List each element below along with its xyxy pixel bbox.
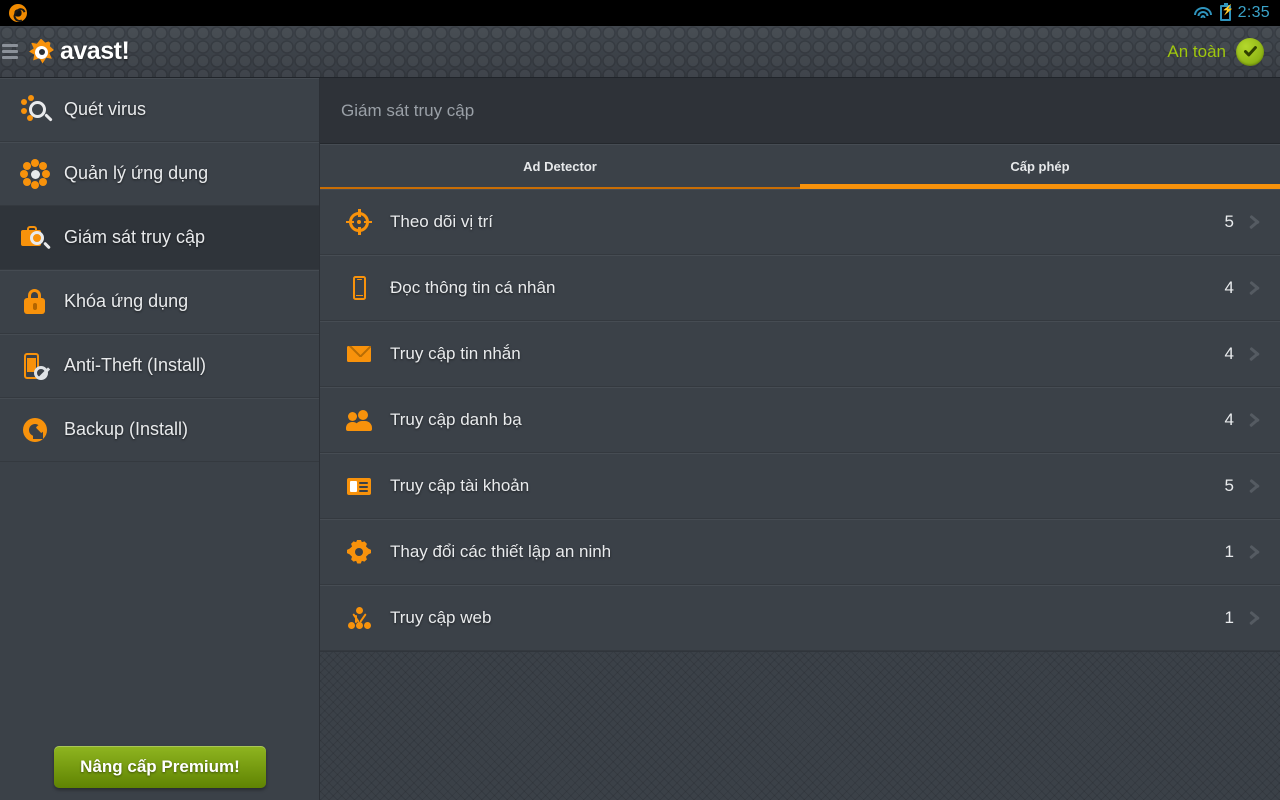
wifi-icon [1194,6,1213,21]
sidebar-item-label: Giám sát truy cập [64,227,206,247]
brand-logo[interactable]: avast! [24,37,130,67]
security-status[interactable]: An toàn [1167,37,1280,66]
backup-icon [18,413,52,447]
sidebar-item-label: Quản lý ứng dụng [64,163,209,183]
premium-upgrade-area: Nâng cấp Premium! [0,746,320,788]
chevron-right-icon [1247,411,1260,429]
app-root: 2:35 avast! An toàn Quét virus [0,0,1280,800]
chevron-right-icon [1247,213,1260,231]
list-item-count: 5 [1224,475,1234,495]
permissions-list: Theo dõi vị trí 5 Đọc thông tin cá nhân … [320,189,1280,800]
list-item[interactable]: Truy cập web 1 [320,585,1280,651]
list-item-label: Truy cập tin nhắn [390,343,521,363]
list-item[interactable]: Truy cập tin nhắn 4 [320,321,1280,387]
chevron-right-icon [1247,279,1260,297]
tab-ad-detector[interactable]: Ad Detector [320,144,800,189]
sidebar-item-app-lock[interactable]: Khóa ứng dụng [0,270,319,334]
list-empty-area [320,651,1280,800]
sidebar-item-label: Khóa ứng dụng [64,291,189,311]
list-item-label: Theo dõi vị trí [390,211,493,231]
list-item-label: Thay đổi các thiết lập an ninh [390,541,612,561]
sidebar-item-label: Quét virus [64,99,147,119]
avast-logo-icon [24,37,58,67]
chevron-right-icon [1247,345,1260,363]
list-item-count: 5 [1224,211,1234,231]
envelope-icon [346,341,372,367]
list-item-count: 4 [1224,409,1234,429]
status-bar-clock: 2:35 [1237,4,1270,21]
chevron-right-icon [1247,609,1260,627]
list-item[interactable]: Truy cập tài khoản 5 [320,453,1280,519]
status-bar-indicators: 2:35 [1194,3,1280,22]
id-card-icon [346,473,372,499]
sidebar-item-access-monitor[interactable]: Giám sát truy cập [0,206,319,270]
gear-icon [346,539,372,565]
check-circle-icon [1236,37,1264,66]
status-badge: An toàn [1167,41,1226,61]
tab-bar: Ad Detector Cấp phép [320,144,1280,189]
sidebar-item-label: Backup (Install) [64,419,189,439]
android-status-bar: 2:35 [0,0,1280,26]
brand-name: avast! [60,37,130,65]
access-monitor-icon [18,221,52,255]
main-content: Giám sát truy cập Ad Detector Cấp phép T… [320,78,1280,800]
virus-scan-icon [18,93,52,127]
list-item[interactable]: Đọc thông tin cá nhân 4 [320,255,1280,321]
avast-notification-icon [9,4,27,22]
list-item[interactable]: Truy cập danh bạ 4 [320,387,1280,453]
app-lock-icon [18,285,52,319]
sidebar-item-virus-scan[interactable]: Quét virus [0,78,319,142]
phone-icon [346,275,372,301]
location-target-icon [346,208,372,235]
network-nodes-icon [346,605,372,631]
page-title: Giám sát truy cập [341,100,475,120]
list-item-label: Truy cập tài khoản [390,475,530,495]
chevron-right-icon [1247,543,1260,561]
list-item[interactable]: Theo dõi vị trí 5 [320,189,1280,255]
tab-underline-active [800,184,1280,189]
list-item-label: Truy cập danh bạ [390,409,522,429]
chevron-right-icon [1247,477,1260,495]
list-item-count: 4 [1224,343,1234,363]
tab-underline [320,187,800,189]
content-header: Giám sát truy cập [320,78,1280,144]
sidebar-item-label: Anti-Theft (Install) [64,355,207,375]
tab-permissions[interactable]: Cấp phép [800,144,1280,189]
hamburger-menu-icon[interactable] [2,44,18,59]
battery-charging-icon [1219,3,1231,21]
tab-label: Ad Detector [523,159,597,174]
action-bar: avast! An toàn [0,26,1280,78]
list-item-label: Truy cập web [390,607,492,627]
tab-label: Cấp phép [1010,159,1070,174]
app-manager-icon [18,157,52,191]
sidebar-item-anti-theft[interactable]: Anti-Theft (Install) [0,334,319,398]
sidebar-item-backup[interactable]: Backup (Install) [0,398,319,462]
list-item-count: 1 [1224,607,1234,627]
list-item-label: Đọc thông tin cá nhân [390,277,556,297]
premium-upgrade-button[interactable]: Nâng cấp Premium! [54,746,266,788]
sidebar-item-app-manager[interactable]: Quản lý ứng dụng [0,142,319,206]
anti-theft-icon [18,349,52,383]
list-item[interactable]: Thay đổi các thiết lập an ninh 1 [320,519,1280,585]
list-item-count: 1 [1224,541,1234,561]
sidebar: Quét virus Quản lý ứng dụng Giám sát tru… [0,78,320,800]
contacts-people-icon [346,407,372,433]
list-item-count: 4 [1224,277,1234,297]
